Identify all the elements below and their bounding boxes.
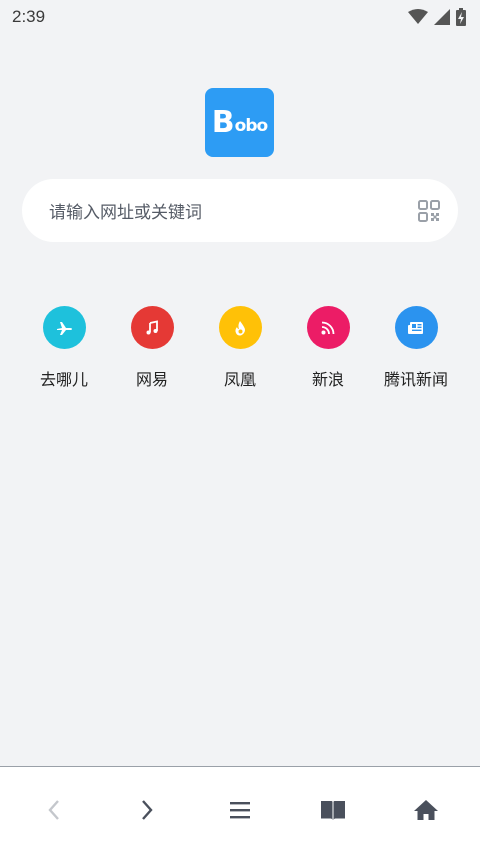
- search-input[interactable]: 请输入网址或关键词: [22, 179, 458, 242]
- shortcut-ifeng[interactable]: 凤凰: [196, 306, 284, 390]
- shortcut-label: 网易: [135, 370, 168, 389]
- newspaper-icon: [408, 321, 423, 334]
- shortcut-label: 腾讯新闻: [383, 370, 448, 389]
- shortcut-netease[interactable]: 网易: [108, 306, 196, 390]
- logo-text: obo: [234, 116, 269, 136]
- status-bar: 2:39: [0, 0, 480, 34]
- shortcut-icon-circle: [394, 306, 438, 349]
- chevron-right-icon: [142, 800, 153, 820]
- shortcut-icon-circle: [306, 306, 350, 349]
- shortcut-icon-circle: [42, 306, 86, 349]
- status-icons: [408, 8, 466, 26]
- back-button[interactable]: [24, 780, 84, 840]
- menu-button[interactable]: [210, 780, 270, 840]
- shortcut-sina[interactable]: 新浪: [284, 306, 372, 390]
- wifi-icon: [408, 9, 428, 24]
- qr-scan-icon[interactable]: [418, 199, 440, 222]
- shortcut-label: 凤凰: [223, 370, 256, 389]
- music-note-icon: [146, 319, 158, 334]
- logo-letter: B: [211, 104, 235, 140]
- menu-icon: [229, 802, 250, 819]
- airplane-icon: [57, 321, 72, 335]
- search-placeholder: 请输入网址或关键词: [49, 203, 202, 223]
- bookmarks-button[interactable]: [303, 780, 363, 840]
- status-time: 2:39: [12, 7, 46, 26]
- app-logo: B obo: [205, 88, 274, 157]
- flame-icon: [235, 320, 245, 335]
- shortcut-icon-circle: [130, 306, 174, 349]
- home-button[interactable]: [396, 780, 456, 840]
- bottom-nav-bar: [0, 766, 480, 853]
- home-icon: [413, 800, 438, 820]
- shortcut-qunar[interactable]: 去哪儿: [20, 306, 108, 390]
- battery-icon: [456, 8, 466, 26]
- cell-signal-icon: [434, 9, 450, 25]
- shortcut-label: 去哪儿: [39, 370, 88, 389]
- book-icon: [320, 801, 345, 820]
- shortcut-icon-circle: [218, 306, 262, 349]
- shortcut-label: 新浪: [311, 370, 344, 389]
- chevron-left-icon: [48, 800, 60, 820]
- shortcut-grid: 去哪儿 网易 凤凰 新浪 腾讯新闻: [20, 306, 460, 390]
- rss-icon: [321, 321, 335, 334]
- shortcut-tencent-news[interactable]: 腾讯新闻: [372, 306, 460, 390]
- forward-button[interactable]: [117, 780, 177, 840]
